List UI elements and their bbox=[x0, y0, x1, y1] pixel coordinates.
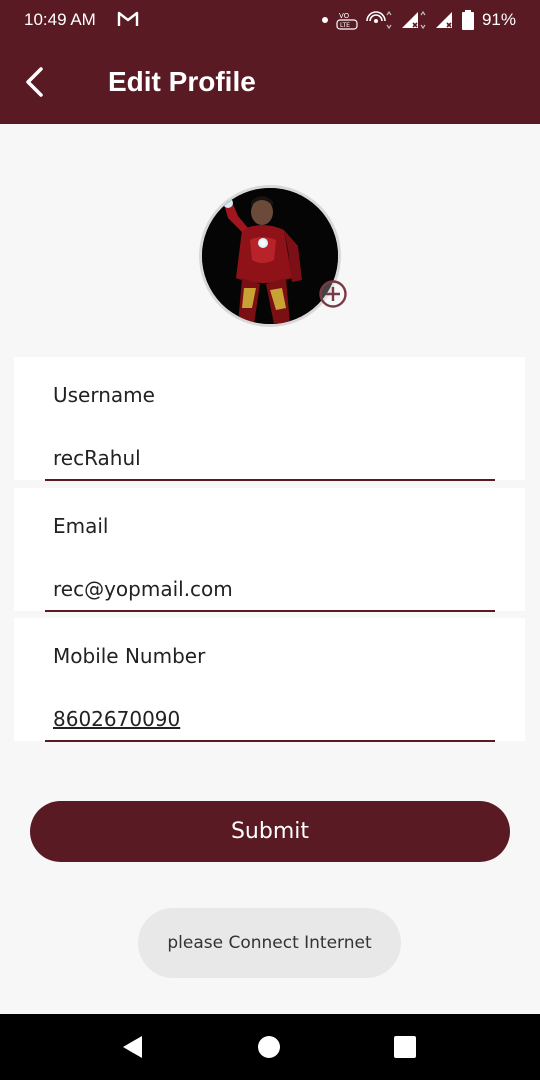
submit-button[interactable]: Submit bbox=[30, 801, 510, 862]
mobile-number-field[interactable] bbox=[45, 698, 495, 742]
signal-icon bbox=[435, 12, 452, 28]
back-button[interactable] bbox=[14, 60, 54, 104]
nav-back-button[interactable] bbox=[120, 1034, 146, 1060]
volte-icon: VO LTE bbox=[336, 12, 358, 30]
email-label: Email bbox=[53, 514, 109, 538]
username-label: Username bbox=[53, 383, 155, 407]
status-icons: VO LTE 91% bbox=[321, 10, 516, 30]
nav-home-button[interactable] bbox=[256, 1034, 282, 1060]
svg-text:LTE: LTE bbox=[340, 22, 350, 29]
battery-icon bbox=[461, 10, 474, 30]
signal-icon bbox=[401, 10, 426, 30]
chevron-left-icon bbox=[26, 67, 43, 97]
back-triangle-icon bbox=[123, 1036, 142, 1058]
gmail-icon bbox=[117, 11, 139, 26]
system-nav-bar bbox=[0, 1014, 540, 1080]
status-bar: 10:49 AM VO LTE 91% bbox=[0, 0, 540, 40]
notification-dot-icon bbox=[321, 17, 328, 23]
page-title: Edit Profile bbox=[108, 66, 256, 97]
status-time: 10:49 AM bbox=[24, 10, 96, 29]
plus-circle-icon bbox=[319, 280, 347, 308]
mobile-card: Mobile Number bbox=[14, 618, 525, 742]
battery-percent: 91% bbox=[481, 10, 516, 29]
recents-square-icon bbox=[394, 1036, 416, 1058]
avatar-container bbox=[199, 185, 347, 327]
nav-recents-button[interactable] bbox=[392, 1034, 418, 1060]
email-field[interactable] bbox=[45, 568, 495, 612]
toast-message: please Connect Internet bbox=[138, 908, 401, 978]
add-photo-button[interactable] bbox=[318, 279, 348, 309]
username-card: Username bbox=[14, 357, 525, 481]
username-field[interactable] bbox=[45, 437, 495, 481]
svg-text:VO: VO bbox=[339, 12, 350, 20]
home-circle-icon bbox=[258, 1036, 280, 1058]
hotspot-icon bbox=[366, 10, 392, 30]
email-card: Email bbox=[14, 488, 525, 612]
mobile-label: Mobile Number bbox=[53, 644, 206, 668]
app-bar: Edit Profile bbox=[0, 40, 540, 124]
